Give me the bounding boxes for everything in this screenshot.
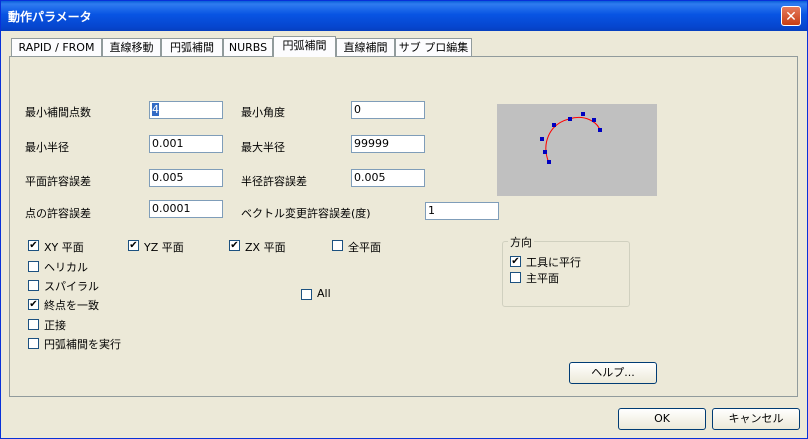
spiral-checkbox[interactable] xyxy=(28,280,39,291)
tangent-checkbox[interactable] xyxy=(28,319,39,330)
helical-checkbox[interactable] xyxy=(28,261,39,272)
arc-preview-image xyxy=(497,104,657,196)
zx-plane-checkbox[interactable]: ✔ xyxy=(229,240,240,251)
help-button[interactable]: ヘルプ... xyxy=(569,362,657,384)
radius-tolerance-label: 半径許容誤差 xyxy=(241,175,307,188)
min-radius-label: 最小半径 xyxy=(25,141,69,154)
xy-plane-checkbox[interactable]: ✔ xyxy=(28,240,39,251)
title-bar[interactable]: 動作パラメータ ✕ xyxy=(1,1,807,31)
tab-rapid-from[interactable]: RAPID / FROM xyxy=(11,38,102,56)
point-tolerance-input[interactable]: 0.0001 xyxy=(149,200,223,218)
all-planes-label: 全平面 xyxy=(348,241,381,254)
plane-tolerance-label: 平面許容誤差 xyxy=(25,175,91,188)
min-angle-label: 最小角度 xyxy=(241,106,285,119)
plane-tolerance-input[interactable]: 0.005 xyxy=(149,169,223,187)
tool-parallel-label: 工具に平行 xyxy=(526,256,581,269)
match-endpoint-label: 終点を一致 xyxy=(44,299,99,312)
tab-linear-interp[interactable]: 直線補間 xyxy=(336,38,395,56)
vector-tolerance-input[interactable]: 1 xyxy=(425,202,499,220)
tab-linear-move[interactable]: 直線移動 xyxy=(102,38,161,56)
dialog-window: 動作パラメータ ✕ RAPID / FROM 直線移動 円弧補間 NURBS 円… xyxy=(0,0,808,439)
xy-plane-label: XY 平面 xyxy=(44,241,84,254)
point-tolerance-label: 点の許容誤差 xyxy=(25,207,91,220)
all-label: All xyxy=(317,287,331,300)
max-radius-input[interactable]: 99999 xyxy=(351,135,425,153)
tool-parallel-checkbox[interactable]: ✔ xyxy=(510,256,521,267)
close-button[interactable]: ✕ xyxy=(781,6,801,26)
spiral-label: スパイラル xyxy=(44,280,99,293)
min-interp-points-input[interactable]: 4 xyxy=(149,101,223,119)
ok-button[interactable]: OK xyxy=(618,408,706,430)
direction-group-title: 方向 xyxy=(508,234,534,250)
zx-plane-label: ZX 平面 xyxy=(245,241,286,254)
radius-tolerance-input[interactable]: 0.005 xyxy=(351,169,425,187)
yz-plane-label: YZ 平面 xyxy=(144,241,184,254)
close-icon: ✕ xyxy=(785,9,797,25)
match-endpoint-checkbox[interactable]: ✔ xyxy=(28,299,39,310)
main-plane-label: 主平面 xyxy=(526,272,559,285)
max-radius-label: 最大半径 xyxy=(241,141,285,154)
run-arc-interp-checkbox[interactable] xyxy=(28,338,39,349)
tangent-label: 正接 xyxy=(44,319,66,332)
tab-arc-interp-2[interactable]: 円弧補間 xyxy=(273,36,336,57)
run-arc-interp-label: 円弧補間を実行 xyxy=(44,338,121,351)
tab-arc-interp-1[interactable]: 円弧補間 xyxy=(161,38,223,56)
min-angle-input[interactable]: 0 xyxy=(351,101,425,119)
min-radius-input[interactable]: 0.001 xyxy=(149,135,223,153)
all-checkbox[interactable] xyxy=(301,289,312,300)
cancel-button[interactable]: キャンセル xyxy=(712,408,800,430)
vector-tolerance-label: ベクトル変更許容誤差(度) xyxy=(241,207,371,220)
yz-plane-checkbox[interactable]: ✔ xyxy=(128,240,139,251)
min-interp-points-label: 最小補間点数 xyxy=(25,106,91,119)
window-title: 動作パラメータ xyxy=(8,10,92,24)
main-plane-checkbox[interactable] xyxy=(510,272,521,283)
helical-label: ヘリカル xyxy=(44,261,88,274)
tab-sub-program-edit[interactable]: サブ プロ編集 xyxy=(395,38,472,56)
direction-group xyxy=(502,241,630,307)
tab-nurbs[interactable]: NURBS xyxy=(223,38,273,56)
all-planes-checkbox[interactable] xyxy=(332,240,343,251)
